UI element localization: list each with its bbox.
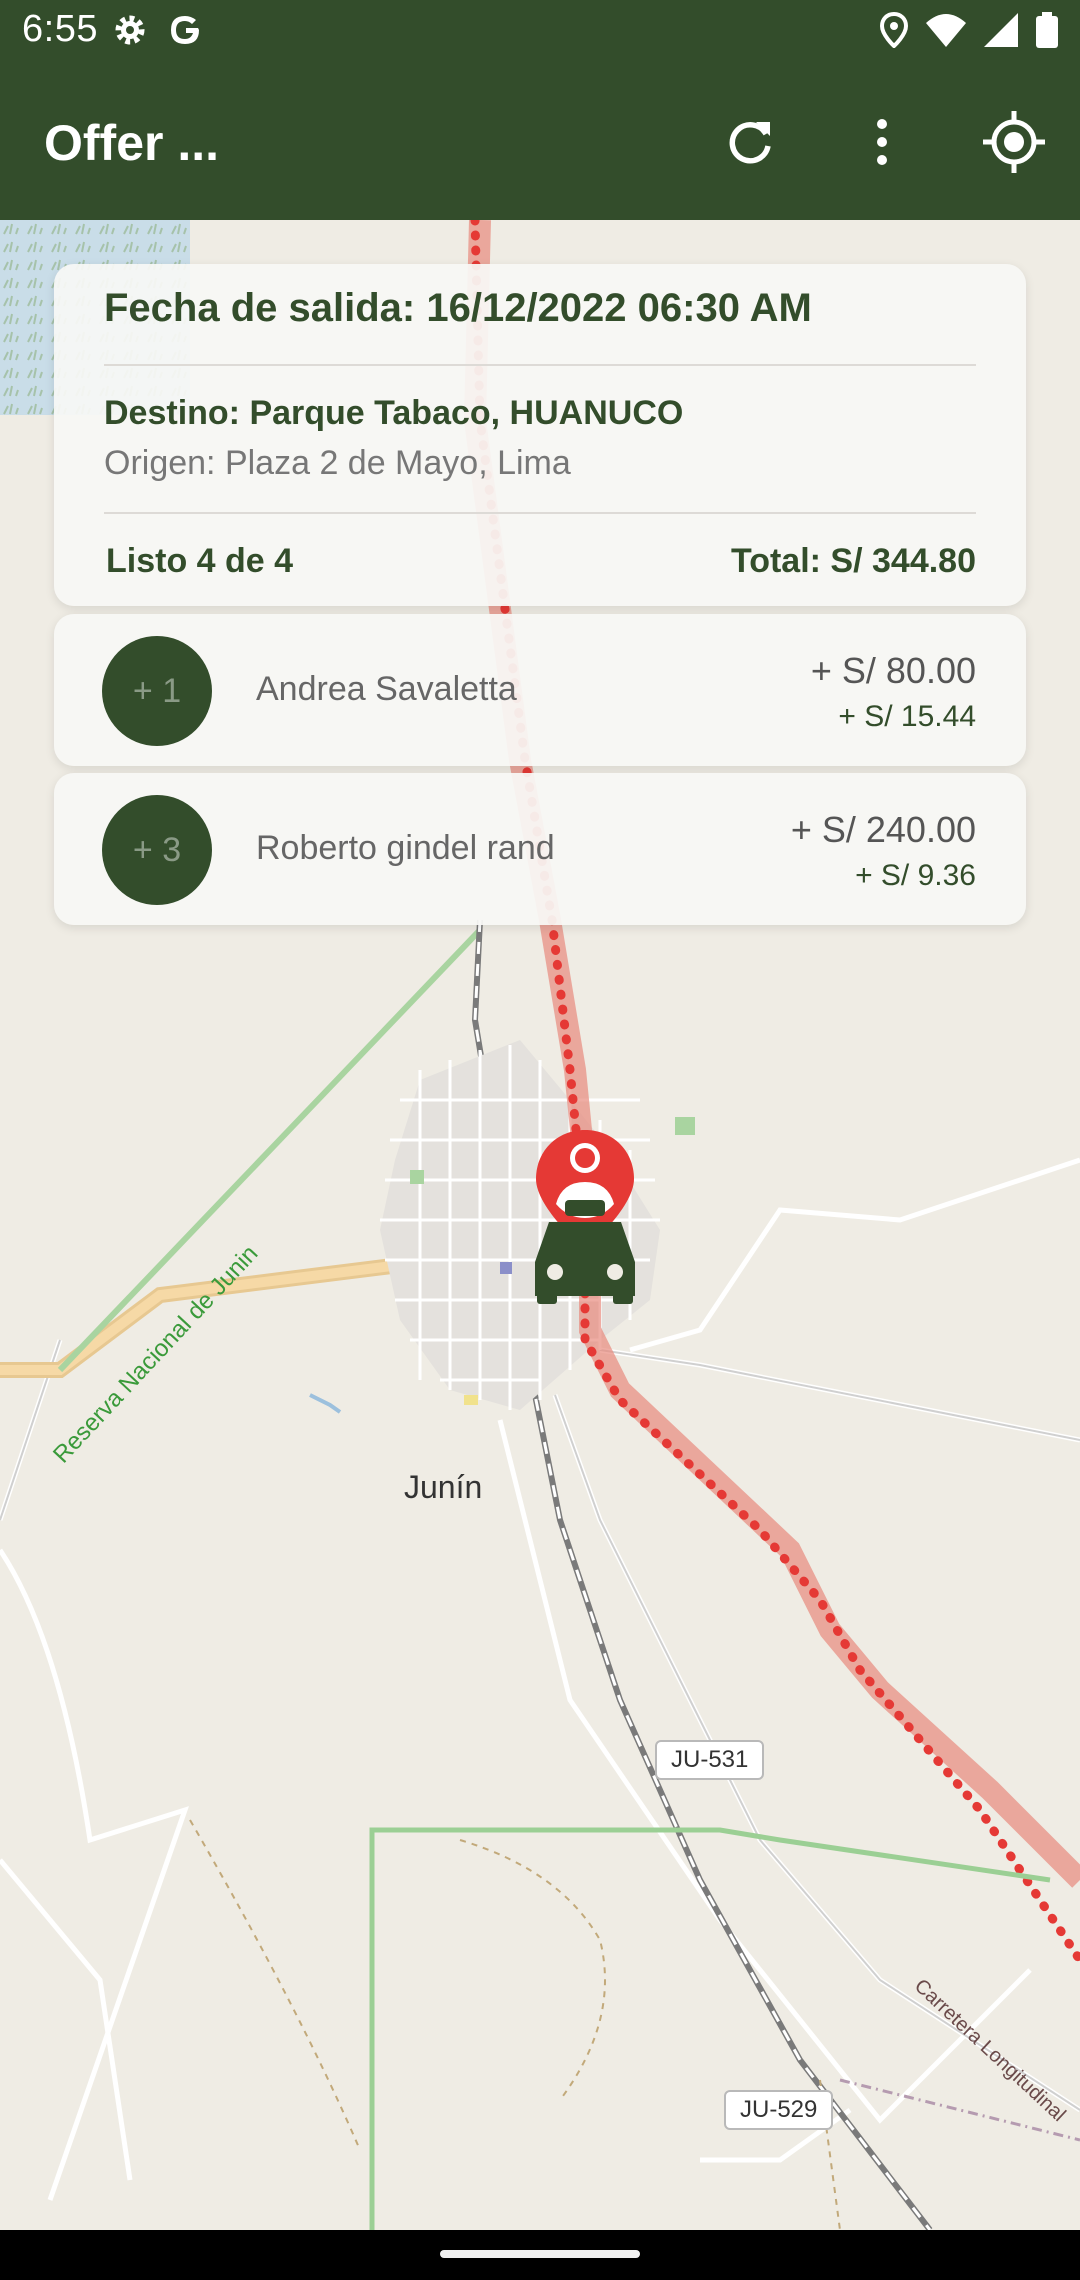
refresh-icon xyxy=(724,116,776,173)
divider xyxy=(104,512,976,514)
city-label: Junín xyxy=(404,1469,483,1505)
my-location-button[interactable] xyxy=(978,108,1050,180)
more-options-button[interactable] xyxy=(846,108,918,180)
app-bar: Offer ... xyxy=(0,66,1080,220)
passenger-amount: + S/ 80.00 xyxy=(810,650,976,691)
passenger-amount: + S/ 240.00 xyxy=(790,809,976,850)
road-label-ju529: JU-529 xyxy=(724,2090,834,2130)
seats-badge: + 1 xyxy=(102,636,212,746)
car-icon[interactable] xyxy=(531,1200,639,1304)
my-location-icon xyxy=(983,110,1045,178)
navigation-bar xyxy=(0,2230,1080,2280)
seats-badge: + 3 xyxy=(102,795,212,905)
status-bar: 6:55 xyxy=(0,0,1080,66)
passenger-fee: + S/ 15.44 xyxy=(838,700,976,733)
status-time: 6:55 xyxy=(22,8,98,50)
passenger-fee: + S/ 9.36 xyxy=(855,859,976,892)
signal-icon xyxy=(984,13,1018,52)
ready-count: Listo 4 de 4 xyxy=(106,542,294,580)
screen: Junín JU-531 JU-529 Reserva Nacional de … xyxy=(0,0,1080,2280)
passenger-row[interactable]: + 1 Andrea Savaletta + S/ 80.00 + S/ 15.… xyxy=(54,614,1026,766)
page-title: Offer ... xyxy=(44,115,220,171)
gear-icon xyxy=(112,12,148,53)
more-vert-icon xyxy=(874,118,890,171)
passenger-name: Roberto gindel rand xyxy=(256,829,555,867)
road-label-ju531: JU-531 xyxy=(655,1740,765,1780)
home-gesture-handle[interactable] xyxy=(440,2250,640,2258)
refresh-button[interactable] xyxy=(714,108,786,180)
location-icon xyxy=(879,11,909,53)
wifi-icon xyxy=(926,13,966,52)
battery-icon xyxy=(1036,12,1058,53)
passenger-name: Andrea Savaletta xyxy=(256,670,517,708)
departure-date: Fecha de salida: 16/12/2022 06:30 AM xyxy=(104,286,812,330)
total-amount: Total: S/ 344.80 xyxy=(730,542,976,580)
passenger-row[interactable]: + 3 Roberto gindel rand + S/ 240.00 + S/… xyxy=(54,773,1026,925)
google-icon xyxy=(168,12,204,53)
destination-text: Destino: Parque Tabaco, HUANUCO xyxy=(104,394,684,432)
divider xyxy=(104,364,976,366)
trip-summary-card: Fecha de salida: 16/12/2022 06:30 AM Des… xyxy=(54,264,1026,606)
origin-text: Origen: Plaza 2 de Mayo, Lima xyxy=(104,444,571,482)
